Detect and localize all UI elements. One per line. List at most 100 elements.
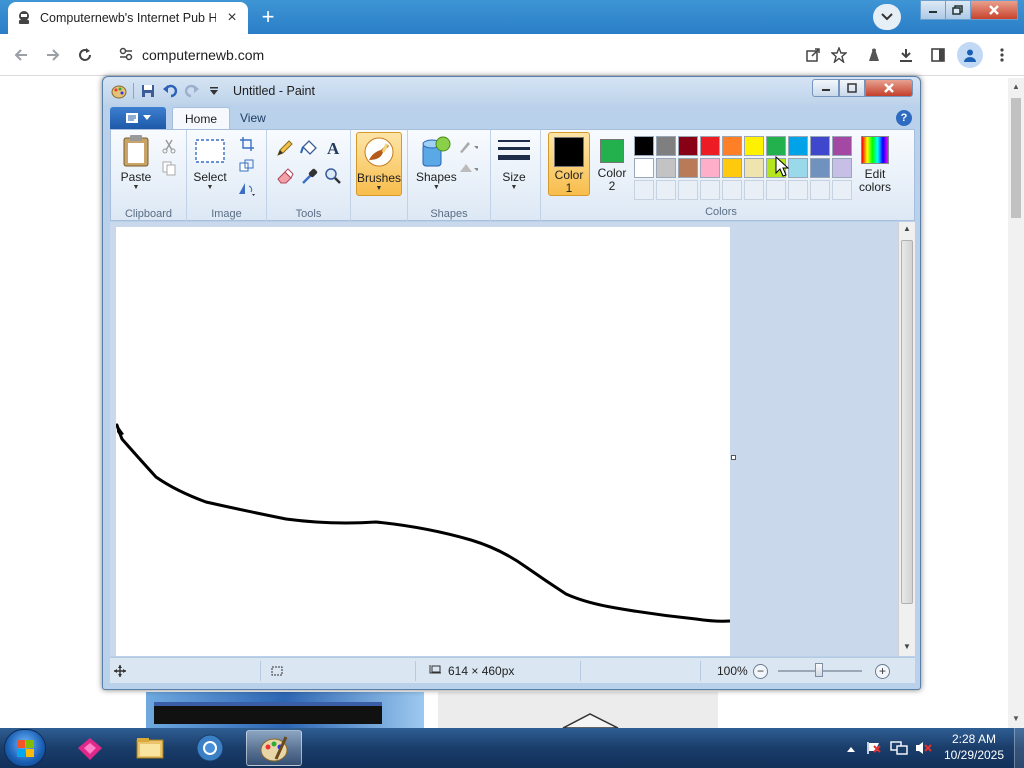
paint-minimize-button[interactable] bbox=[812, 79, 839, 97]
custom-color-slot[interactable] bbox=[810, 180, 830, 200]
paint-maximize-button[interactable] bbox=[839, 79, 865, 97]
shape-outline-icon[interactable] bbox=[458, 136, 478, 156]
new-tab-button[interactable]: + bbox=[254, 5, 282, 29]
paint-file-menu-button[interactable] bbox=[110, 107, 166, 129]
canvas-scroll-down-icon[interactable]: ▼ bbox=[903, 642, 911, 651]
custom-color-slot[interactable] bbox=[722, 180, 742, 200]
eraser-icon[interactable] bbox=[275, 166, 295, 186]
reload-icon[interactable] bbox=[72, 42, 98, 68]
save-icon[interactable] bbox=[140, 83, 156, 99]
undo-icon[interactable] bbox=[162, 83, 178, 99]
color-picker-icon[interactable] bbox=[299, 166, 319, 186]
custom-color-slot[interactable] bbox=[766, 180, 786, 200]
page-scroll-thumb[interactable] bbox=[1011, 98, 1021, 218]
network-icon[interactable] bbox=[890, 740, 908, 759]
shapes-button[interactable]: Shapes ▼ bbox=[416, 134, 457, 192]
browser-taskbar-icon[interactable] bbox=[182, 730, 238, 766]
taskbar-app-1-icon[interactable] bbox=[62, 730, 118, 766]
color1-button[interactable]: Color 1 bbox=[548, 132, 590, 196]
palette-swatch[interactable] bbox=[832, 158, 852, 178]
forward-icon[interactable] bbox=[40, 42, 66, 68]
palette-swatch[interactable] bbox=[656, 136, 676, 156]
canvas-resize-handle[interactable] bbox=[731, 455, 736, 460]
zoom-in-button[interactable]: + bbox=[875, 664, 890, 679]
paste-button[interactable]: Paste ▼ bbox=[119, 134, 153, 192]
palette-swatch[interactable] bbox=[788, 158, 808, 178]
text-tool-icon[interactable]: A bbox=[323, 138, 343, 158]
palette-swatch[interactable] bbox=[810, 136, 830, 156]
brushes-button[interactable]: Brushes ▼ bbox=[356, 132, 402, 196]
palette-swatch[interactable] bbox=[832, 136, 852, 156]
magnifier-icon[interactable] bbox=[323, 166, 343, 186]
palette-swatch[interactable] bbox=[722, 158, 742, 178]
canvas-scroll-up-icon[interactable]: ▲ bbox=[903, 224, 911, 233]
pencil-icon[interactable] bbox=[275, 138, 295, 158]
show-hidden-icons[interactable] bbox=[846, 742, 856, 756]
edit-colors-button[interactable]: Edit colors bbox=[853, 134, 897, 198]
paint-app-icon[interactable] bbox=[111, 83, 127, 99]
resize-icon[interactable] bbox=[237, 156, 257, 176]
back-icon[interactable] bbox=[8, 42, 34, 68]
fill-bucket-icon[interactable] bbox=[299, 138, 319, 158]
help-icon[interactable]: ? bbox=[896, 110, 912, 126]
scroll-down-icon[interactable]: ▼ bbox=[1012, 714, 1020, 723]
copy-icon[interactable] bbox=[159, 158, 179, 178]
palette-swatch[interactable] bbox=[766, 136, 786, 156]
palette-swatch[interactable] bbox=[634, 136, 654, 156]
canvas-scroll-thumb[interactable] bbox=[901, 240, 913, 604]
paint-close-button[interactable] bbox=[865, 79, 913, 97]
download-icon[interactable] bbox=[893, 42, 919, 68]
palette-swatch[interactable] bbox=[810, 158, 830, 178]
customize-qat-icon[interactable] bbox=[206, 83, 222, 99]
tab-view[interactable]: View bbox=[228, 107, 278, 129]
select-button[interactable]: Select ▼ bbox=[193, 134, 227, 192]
palette-swatch[interactable] bbox=[700, 136, 720, 156]
profile-avatar-icon[interactable] bbox=[957, 42, 983, 68]
palette-swatch[interactable] bbox=[634, 158, 654, 178]
browser-menu-icon[interactable] bbox=[989, 42, 1015, 68]
redo-icon[interactable] bbox=[184, 83, 200, 99]
volume-muted-icon[interactable] bbox=[914, 740, 932, 759]
browser-close-button[interactable] bbox=[970, 0, 1018, 20]
tab-search-icon[interactable] bbox=[873, 4, 901, 30]
share-icon[interactable] bbox=[800, 42, 826, 68]
rotate-icon[interactable] bbox=[237, 178, 257, 198]
palette-swatch[interactable] bbox=[700, 158, 720, 178]
palette-swatch[interactable] bbox=[788, 136, 808, 156]
shape-fill-icon[interactable] bbox=[458, 158, 478, 178]
custom-color-slot[interactable] bbox=[744, 180, 764, 200]
palette-swatch[interactable] bbox=[678, 158, 698, 178]
palette-swatch[interactable] bbox=[744, 158, 764, 178]
side-panel-icon[interactable] bbox=[925, 42, 951, 68]
custom-color-slot[interactable] bbox=[678, 180, 698, 200]
zoom-out-button[interactable]: − bbox=[753, 664, 768, 679]
browser-restore-button[interactable] bbox=[945, 0, 971, 20]
site-info-icon[interactable] bbox=[118, 46, 134, 65]
start-button[interactable] bbox=[4, 729, 46, 767]
extension-icon[interactable] bbox=[861, 42, 887, 68]
browser-minimize-button[interactable] bbox=[920, 0, 946, 20]
tab-close-icon[interactable]: × bbox=[224, 10, 240, 26]
size-button[interactable]: Size ▼ bbox=[497, 134, 531, 192]
action-center-icon[interactable] bbox=[866, 740, 882, 759]
page-scrollbar[interactable]: ▲ ▼ bbox=[1008, 78, 1024, 728]
color2-button[interactable]: Color 2 bbox=[591, 132, 633, 196]
scroll-up-icon[interactable]: ▲ bbox=[1012, 82, 1020, 91]
cut-icon[interactable] bbox=[159, 136, 179, 156]
custom-color-slot[interactable] bbox=[700, 180, 720, 200]
custom-color-slot[interactable] bbox=[634, 180, 654, 200]
paint-taskbar-icon[interactable] bbox=[246, 730, 302, 766]
browser-tab[interactable]: Computernewb's Internet Pub H × bbox=[8, 2, 248, 34]
taskbar-clock[interactable]: 2:28 AM 10/29/2025 bbox=[938, 731, 1010, 763]
palette-swatch[interactable] bbox=[678, 136, 698, 156]
palette-swatch[interactable] bbox=[722, 136, 742, 156]
bookmark-star-icon[interactable] bbox=[826, 42, 852, 68]
custom-color-slot[interactable] bbox=[788, 180, 808, 200]
palette-swatch[interactable] bbox=[656, 158, 676, 178]
crop-icon[interactable] bbox=[237, 134, 257, 154]
file-explorer-icon[interactable] bbox=[122, 730, 178, 766]
custom-color-slot[interactable] bbox=[832, 180, 852, 200]
tab-home[interactable]: Home bbox=[172, 107, 231, 129]
show-desktop-button[interactable] bbox=[1014, 728, 1024, 768]
palette-swatch[interactable] bbox=[744, 136, 764, 156]
